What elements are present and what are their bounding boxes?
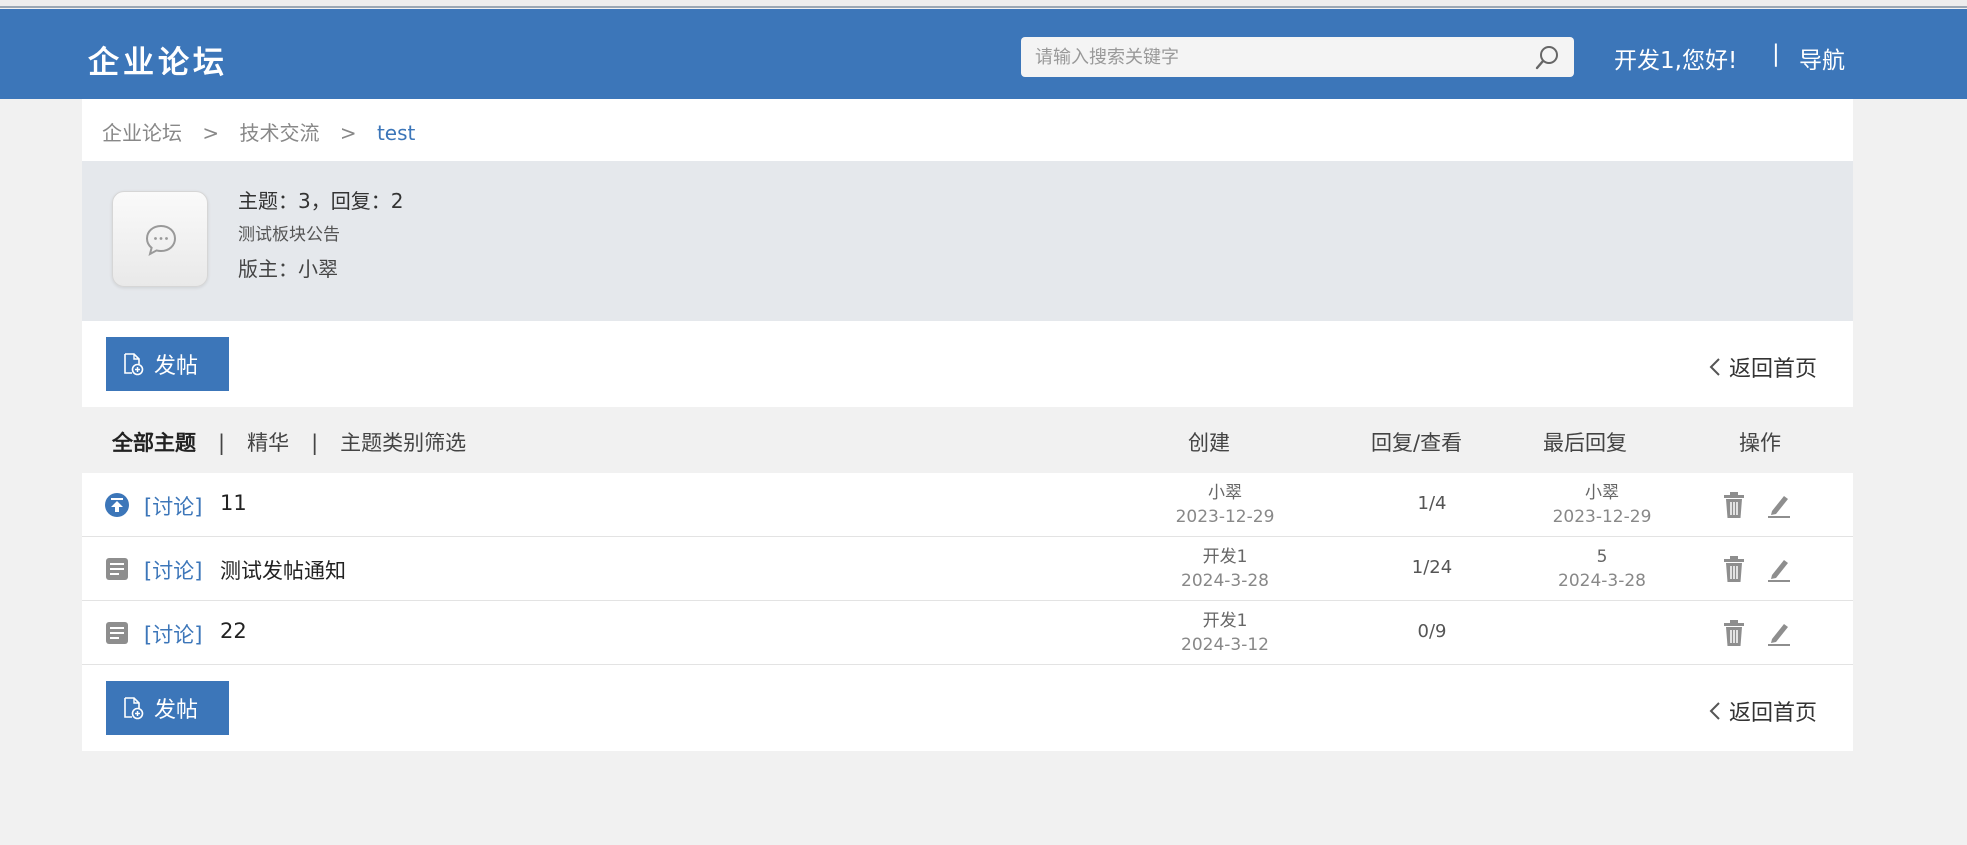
column-created: 创建 [1188, 431, 1230, 455]
thread-row[interactable]: [讨论] 测试发帖通知 开发1 2024-3-28 1/24 5 2024-3-… [82, 537, 1853, 601]
thread-replies-views: 1/24 [1411, 557, 1453, 578]
filter-category[interactable]: 主题类别筛选 [340, 431, 466, 455]
thread-created-cell: 开发1 2024-3-28 [1155, 545, 1295, 593]
chevron-left-icon [1709, 358, 1720, 376]
thread-title[interactable]: 测试发帖通知 [220, 555, 346, 585]
delete-icon[interactable] [1722, 491, 1746, 523]
column-operations: 操作 [1739, 431, 1781, 455]
last-reply-user[interactable]: 小翠 [1532, 481, 1672, 505]
document-icon [104, 556, 130, 582]
thread-created-date: 2024-3-28 [1181, 571, 1269, 591]
site-logo[interactable]: 企业论坛 [88, 37, 228, 82]
filter-all[interactable]: 全部主题 [112, 431, 196, 455]
nav-menu-link[interactable]: 导航 [1799, 41, 1845, 75]
new-doc-icon [124, 697, 144, 720]
column-replies-views: 回复/查看 [1371, 431, 1463, 455]
back-home-link[interactable]: 返回首页 [1709, 351, 1817, 383]
breadcrumb: 企业论坛 > 技术交流 > test [82, 99, 1853, 161]
document-icon [104, 620, 130, 646]
board-moderator: 版主：小翠 [238, 257, 338, 281]
thread-type-tag[interactable]: [讨论] [144, 491, 202, 521]
column-last-reply: 最后回复 [1543, 431, 1627, 455]
site-header: 企业论坛 开发1,您好! | 导航 [0, 9, 1967, 99]
thread-created-cell: 小翠 2023-12-29 [1155, 481, 1295, 529]
new-post-button[interactable]: 发帖 [106, 681, 229, 735]
back-home-label: 返回首页 [1728, 701, 1817, 726]
delete-icon[interactable] [1722, 555, 1746, 587]
search-icon[interactable] [1534, 44, 1562, 72]
thread-title[interactable]: 11 [220, 491, 247, 515]
thread-last-reply-cell: 5 2024-3-28 [1532, 545, 1672, 593]
breadcrumb-separator: > [202, 121, 220, 145]
thread-last-reply-cell: 小翠 2023-12-29 [1532, 481, 1672, 529]
breadcrumb-current[interactable]: test [377, 121, 415, 145]
back-home-link[interactable]: 返回首页 [1709, 695, 1817, 727]
board-avatar [112, 191, 208, 287]
thread-table-header: 全部主题 | 精华 | 主题类别筛选 创建 回复/查看 最后回复 操作 [82, 407, 1853, 473]
pinned-up-icon [104, 492, 130, 518]
thread-author[interactable]: 小翠 [1155, 481, 1295, 505]
header-separator: | [1772, 41, 1780, 67]
filter-separator: | [311, 431, 319, 455]
breadcrumb-category[interactable]: 技术交流 [239, 121, 319, 145]
edit-icon[interactable] [1766, 491, 1792, 523]
edit-icon[interactable] [1766, 555, 1792, 587]
thread-title[interactable]: 22 [220, 619, 247, 643]
thread-created-date: 2023-12-29 [1175, 507, 1275, 527]
thread-type-tag[interactable]: [讨论] [144, 619, 202, 649]
thread-author[interactable]: 开发1 [1155, 609, 1295, 633]
back-home-label: 返回首页 [1728, 357, 1817, 382]
delete-icon[interactable] [1722, 619, 1746, 651]
new-post-button[interactable]: 发帖 [106, 337, 229, 391]
filter-separator: | [218, 431, 226, 455]
breadcrumb-separator: > [339, 121, 357, 145]
user-greeting[interactable]: 开发1,您好! [1614, 41, 1737, 75]
last-reply-user[interactable]: 5 [1532, 545, 1672, 569]
top-action-bar: 发帖 返回首页 [82, 321, 1853, 407]
last-reply-date: 2023-12-29 [1552, 507, 1652, 527]
thread-type-tag[interactable]: [讨论] [144, 555, 202, 585]
thread-replies-views: 1/4 [1417, 493, 1447, 514]
search-box [1021, 37, 1574, 77]
thread-row[interactable]: [讨论] 22 开发1 2024-3-12 0/9 [82, 601, 1853, 665]
filter-digest[interactable]: 精华 [247, 431, 289, 455]
board-notice: 测试板块公告 [238, 225, 340, 245]
thread-replies-views: 0/9 [1417, 621, 1447, 642]
main-container: 企业论坛 > 技术交流 > test 主题：3，回复：2 测试板块公告 版主：小… [82, 99, 1853, 751]
last-reply-date: 2024-3-28 [1558, 571, 1646, 591]
thread-created-date: 2024-3-12 [1181, 635, 1269, 655]
thread-filters: 全部主题 | 精华 | 主题类别筛选 [112, 427, 466, 457]
edit-icon[interactable] [1766, 619, 1792, 651]
search-input[interactable] [1035, 37, 1535, 77]
new-post-label: 发帖 [154, 354, 199, 379]
new-doc-icon [124, 353, 144, 376]
thread-created-cell: 开发1 2024-3-12 [1155, 609, 1295, 657]
chevron-left-icon [1709, 702, 1720, 720]
chat-bubble-icon [145, 224, 177, 256]
board-stats: 主题：3，回复：2 [238, 189, 404, 213]
breadcrumb-home[interactable]: 企业论坛 [102, 121, 182, 145]
thread-row[interactable]: [讨论] 11 小翠 2023-12-29 1/4 小翠 2023-12-29 [82, 473, 1853, 537]
new-post-label: 发帖 [154, 698, 199, 723]
thread-author[interactable]: 开发1 [1155, 545, 1295, 569]
board-info-panel: 主题：3，回复：2 测试板块公告 版主：小翠 [82, 161, 1853, 321]
window-top-border [0, 0, 1967, 8]
bottom-action-bar: 发帖 返回首页 [82, 665, 1853, 751]
